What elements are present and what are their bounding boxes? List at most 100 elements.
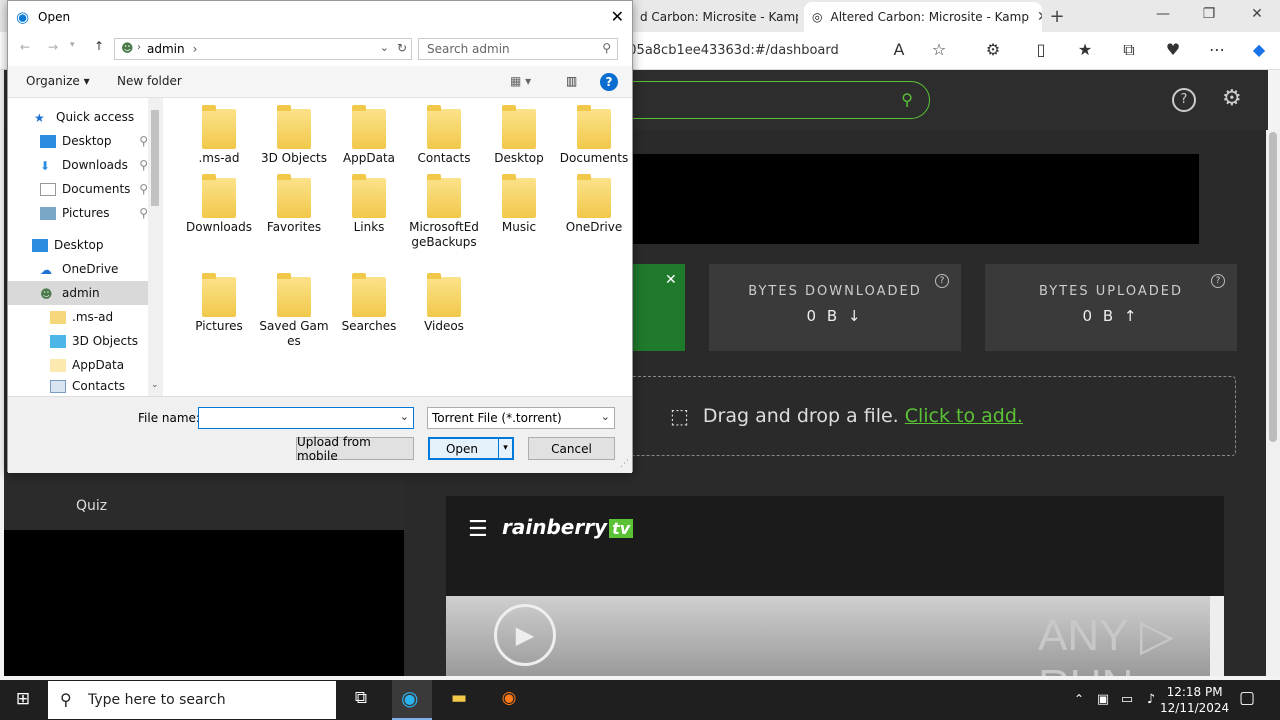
window-close-icon[interactable]: ✕ [1246,6,1268,22]
file-item[interactable]: Music [482,174,556,235]
path-segment[interactable]: admin [147,42,185,56]
file-item[interactable]: Desktop [482,105,556,166]
chevron-down-icon[interactable]: ⌄ [601,410,610,423]
collections-icon[interactable]: ⧉ [1118,40,1140,60]
new-tab-icon[interactable]: + [1046,6,1068,27]
file-item[interactable]: 3D Objects [257,105,331,166]
more-menu-icon[interactable]: ⋯ [1206,40,1228,59]
tray-chevron-up-icon[interactable]: ⌃ [1066,692,1092,706]
network-icon[interactable]: ▭ [1114,692,1140,707]
favorites-icon[interactable]: ★ [1074,40,1096,59]
play-icon[interactable]: ▶ [494,604,556,666]
open-button[interactable]: Open ▾ [428,437,514,460]
info-icon[interactable]: ? [935,274,949,288]
file-item[interactable]: Links [332,174,406,235]
nav-appdata[interactable]: AppData [8,353,148,377]
help-icon[interactable]: ? [1172,88,1196,112]
nav-desktop-pinned[interactable]: Desktop ⚲ [8,129,148,153]
performance-icon[interactable]: ♥ [1162,40,1184,59]
restore-icon[interactable]: ❐ [1198,6,1220,22]
preview-pane-icon[interactable]: ▥ [566,74,577,88]
nav-3d-objects[interactable]: 3D Objects [8,329,148,353]
notifications-icon[interactable]: ▢ [1234,688,1260,708]
click-to-add-link[interactable]: Click to add. [905,405,1023,427]
nav-quick-access[interactable]: ★ Quick access [8,105,148,129]
file-item[interactable]: OneDrive [557,174,631,235]
taskbar-edge[interactable]: ◉ [392,680,432,720]
read-aloud-icon[interactable]: A [888,40,910,59]
file-item[interactable]: Downloads [182,174,256,235]
taskbar-search[interactable]: ⚲ Type here to search [48,681,336,719]
open-dropdown-icon[interactable]: ▾ [498,439,512,458]
favorite-star-icon[interactable]: ☆ [928,40,950,59]
copilot-icon[interactable]: ◆ [1248,40,1270,59]
file-name-input[interactable]: ⌄ [198,407,414,429]
cancel-button[interactable]: Cancel [528,437,615,460]
file-drop-zone[interactable]: ⬚ Drag and drop a file. Click to add. [629,376,1236,456]
windows-start-icon[interactable]: ⊞ [10,689,36,709]
nav-downloads[interactable]: ⬇ Downloads ⚲ [8,153,148,177]
organize-button[interactable]: Organize ▾ [26,74,90,88]
up-arrow-icon[interactable]: ↑ [94,39,104,53]
hamburger-menu-icon[interactable]: ☰ [468,517,488,542]
file-item[interactable]: Searches [332,273,406,334]
recent-chevron-icon[interactable]: ▾ [70,40,75,50]
browser-tab-2[interactable]: ◎ Altered Carbon: Microsite - Kamp ✕ [804,2,1042,32]
nav-documents[interactable]: Documents ⚲ [8,177,148,201]
scrollbar-thumb[interactable] [151,110,159,206]
file-item[interactable]: AppData [332,105,406,166]
scrollbar-thumb[interactable] [1269,132,1277,442]
browser-tab-1[interactable]: d Carbon: Microsite - Kamp ✕ [632,2,798,32]
split-screen-icon[interactable]: ▯ [1030,40,1052,59]
close-icon[interactable]: ✕ [665,272,677,288]
settings-gear-icon[interactable]: ⚙ [1222,86,1242,111]
file-type-select[interactable]: Torrent File (*.torrent) ⌄ [427,407,615,429]
refresh-icon[interactable]: ↻ [397,41,407,55]
page-search-bar[interactable]: ⚲ [604,81,930,119]
info-icon[interactable]: ? [1211,274,1225,288]
chevron-down-icon[interactable]: ⌄ [400,410,409,423]
file-item[interactable]: Saved Games [257,273,331,349]
nav-desktop[interactable]: Desktop [8,233,148,257]
file-item[interactable]: .ms-ad [182,105,256,166]
file-item[interactable]: Pictures [182,273,256,334]
path-breadcrumb[interactable]: ☻ › admin › ⌄ ↻ [114,38,412,60]
file-item[interactable]: Documents [557,105,631,166]
upload-from-mobile-button[interactable]: Upload from mobile [296,435,414,463]
chevron-down-icon[interactable]: ⌄ [380,41,389,54]
sidebar-item-quiz[interactable] [4,470,404,530]
url-field[interactable]: 805a8cb1ee43363d:#/dashboard [620,43,839,58]
task-view-icon[interactable]: ⧉ [348,688,374,708]
new-folder-button[interactable]: New folder [117,74,182,88]
nav-admin[interactable]: ☻ admin [8,281,148,305]
dialog-search-input[interactable]: Search admin ⚲ [418,38,618,60]
file-item[interactable]: Videos [407,273,481,334]
nav-scrollbar[interactable]: ⌄ [148,98,162,396]
file-item[interactable]: Contacts [407,105,481,166]
nav-contacts[interactable]: Contacts [8,377,148,395]
nav-pictures[interactable]: Pictures ⚲ [8,201,148,225]
help-icon[interactable]: ? [600,73,618,91]
firefox-icon[interactable]: ◉ [496,688,522,708]
dialog-close-icon[interactable]: ✕ [611,7,624,26]
nav-onedrive[interactable]: ☁ OneDrive [8,257,148,281]
close-tab-icon[interactable]: ✕ [1037,9,1042,25]
view-options-icon[interactable]: ▦ ▾ [510,74,531,88]
minimize-icon[interactable]: — [1152,6,1174,22]
scroll-down-icon[interactable]: ⌄ [151,380,159,390]
tray-device-icon[interactable]: ▣ [1090,692,1116,707]
nav-ms-ad[interactable]: .ms-ad [8,305,148,329]
back-arrow-icon[interactable]: ← [20,40,30,54]
banner-area [622,154,1199,244]
search-icon[interactable]: ⚲ [901,90,913,109]
file-explorer-icon[interactable]: ▬ [446,688,472,708]
forward-arrow-icon[interactable]: → [48,40,58,54]
extensions-icon[interactable]: ⚙ [982,40,1004,59]
file-item[interactable]: Favorites [257,174,331,235]
file-item[interactable]: MicrosoftEdgeBackups [407,174,481,250]
page-scrollbar[interactable] [1266,130,1280,676]
taskbar-clock[interactable]: 12:18 PM 12/11/2024 [1160,684,1229,716]
globe-icon: ◎ [812,10,823,24]
dialog-title-bar[interactable]: ◉ Open ✕ [8,1,632,32]
resize-grip-icon[interactable]: ⋰ [620,459,629,469]
